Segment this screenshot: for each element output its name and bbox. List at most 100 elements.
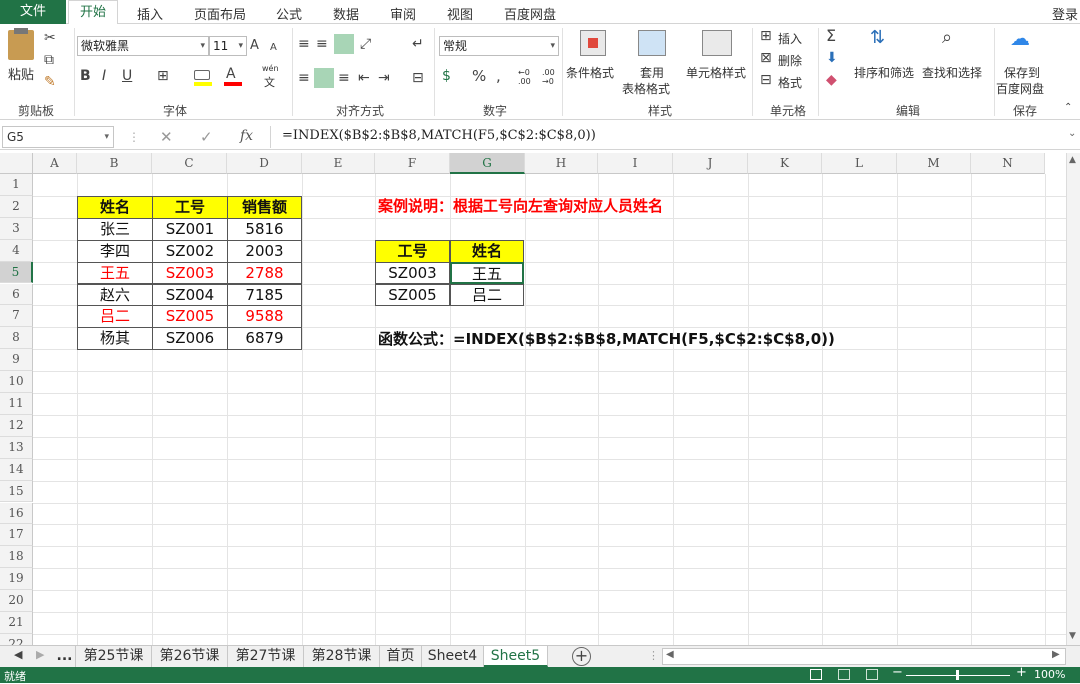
- sheet-tab-28[interactable]: 第28节课: [304, 646, 380, 667]
- sheet-tab-26[interactable]: 第26节课: [152, 646, 228, 667]
- row-header-9[interactable]: 9: [0, 349, 33, 372]
- zoom-out-icon[interactable]: −: [892, 665, 903, 680]
- zoom-level[interactable]: 100%: [1034, 668, 1065, 681]
- row-header-14[interactable]: 14: [0, 458, 33, 481]
- wrap-text-icon[interactable]: ↵: [412, 36, 424, 52]
- page-layout-view-icon[interactable]: [838, 669, 850, 680]
- scroll-up-icon[interactable]: ▲: [1069, 155, 1076, 165]
- cut-icon[interactable]: ✂: [44, 30, 56, 46]
- fill-icon[interactable]: ⬇: [826, 50, 838, 66]
- active-cell[interactable]: 王五: [450, 261, 524, 285]
- number-format-combo[interactable]: 常规 ▾: [439, 36, 559, 56]
- table-cell[interactable]: SZ002: [152, 239, 228, 263]
- row-header-20[interactable]: 20: [0, 590, 33, 612]
- table-cell[interactable]: 5816: [227, 217, 302, 241]
- orientation-icon[interactable]: ⤢: [360, 36, 371, 52]
- column-header-n[interactable]: N: [971, 153, 1045, 174]
- comma-button[interactable]: ,: [496, 68, 501, 84]
- grow-font-button[interactable]: A: [250, 38, 259, 54]
- lookup-cell[interactable]: 吕二: [450, 283, 524, 307]
- row-header-5[interactable]: 5: [0, 261, 33, 284]
- sheet-tab-sheet5[interactable]: Sheet5: [484, 646, 548, 667]
- table-cell[interactable]: SZ006: [152, 327, 228, 351]
- tab-review[interactable]: 审阅: [390, 4, 416, 23]
- row-header-18[interactable]: 18: [0, 546, 33, 569]
- column-header-c[interactable]: C: [152, 153, 227, 174]
- next-sheet-icon[interactable]: ▶: [36, 648, 44, 661]
- row-header-1[interactable]: 1: [0, 174, 33, 196]
- column-header-l[interactable]: L: [822, 153, 897, 174]
- scroll-down-icon[interactable]: ▼: [1069, 631, 1076, 641]
- table-cell[interactable]: 6879: [227, 327, 302, 351]
- sheet-tab-home[interactable]: 首页: [380, 646, 422, 667]
- tab-page-layout[interactable]: 页面布局: [194, 4, 246, 23]
- cancel-icon[interactable]: ✕: [160, 128, 173, 146]
- row-header-19[interactable]: 19: [0, 568, 33, 591]
- conditional-format-button[interactable]: 条件格式: [566, 64, 614, 81]
- row-header-2[interactable]: 2: [0, 195, 33, 218]
- table-header-cell[interactable]: 姓名: [77, 195, 153, 219]
- phonetic-button[interactable]: 文: [264, 74, 275, 90]
- row-header-8[interactable]: 8: [0, 327, 33, 350]
- table-cell[interactable]: SZ005: [152, 305, 228, 329]
- autosum-icon[interactable]: Σ: [826, 28, 836, 44]
- add-sheet-icon[interactable]: +: [572, 647, 591, 666]
- paste-button[interactable]: 粘贴: [8, 64, 34, 83]
- column-header-j[interactable]: J: [673, 153, 748, 174]
- row-header-15[interactable]: 15: [0, 480, 33, 503]
- scroll-right-icon[interactable]: ▶: [1052, 649, 1060, 660]
- decrease-indent-icon[interactable]: ⇤: [358, 70, 370, 86]
- paste-icon[interactable]: [8, 30, 34, 60]
- insert-function-icon[interactable]: fx: [240, 128, 253, 144]
- row-header-10[interactable]: 10: [0, 371, 33, 393]
- table-cell[interactable]: 张三: [77, 217, 153, 241]
- row-header-12[interactable]: 12: [0, 414, 33, 437]
- tab-formulas[interactable]: 公式: [276, 4, 302, 23]
- column-header-d[interactable]: D: [227, 153, 302, 174]
- vertical-scrollbar[interactable]: [1066, 153, 1080, 645]
- row-header-13[interactable]: 13: [0, 436, 33, 459]
- font-name-combo[interactable]: 微软雅黑 ▾: [77, 36, 209, 56]
- align-center-icon[interactable]: [314, 68, 334, 88]
- lookup-cell[interactable]: SZ003: [375, 261, 450, 285]
- format-painter-icon[interactable]: ✎: [44, 74, 56, 90]
- column-header-i[interactable]: I: [598, 153, 673, 174]
- save-to-baidu-line1[interactable]: 保存到: [1004, 64, 1040, 81]
- find-select-button[interactable]: 查找和选择: [922, 64, 982, 81]
- tab-baidu-netdisk[interactable]: 百度网盘: [504, 4, 556, 23]
- enter-icon[interactable]: ✓: [200, 128, 213, 146]
- clear-icon[interactable]: ◆: [826, 72, 837, 88]
- zoom-slider-thumb[interactable]: [956, 670, 959, 680]
- copy-icon[interactable]: ⧉: [44, 52, 54, 68]
- table-format-label-2[interactable]: 表格格式: [622, 80, 670, 97]
- scroll-left-icon[interactable]: ◀: [666, 649, 674, 660]
- row-header-17[interactable]: 17: [0, 524, 33, 547]
- table-cell[interactable]: SZ003: [152, 261, 228, 285]
- column-header-k[interactable]: K: [748, 153, 822, 174]
- increase-decimal-button[interactable]: ←0 .00: [518, 68, 540, 86]
- row-header-16[interactable]: 16: [0, 502, 33, 525]
- worksheet-grid[interactable]: ABCDEFGHIJKLMN 1 2 3 4 5 6 7 8 9 10 11 12 13 14 15 16 17…: [0, 153, 1080, 645]
- table-header-cell[interactable]: 销售额: [227, 195, 302, 219]
- lookup-header-cell[interactable]: 工号: [375, 239, 450, 263]
- collapse-ribbon-icon[interactable]: ⌃: [1064, 100, 1072, 116]
- row-header-11[interactable]: 11: [0, 393, 33, 415]
- align-right-icon[interactable]: ≡: [338, 70, 350, 86]
- login-link[interactable]: 登录: [1052, 4, 1080, 23]
- column-header-f[interactable]: F: [375, 153, 450, 174]
- fill-color-icon[interactable]: [194, 70, 210, 80]
- sheet-tab-sheet4[interactable]: Sheet4: [422, 646, 484, 667]
- font-size-combo[interactable]: 11 ▾: [209, 36, 247, 56]
- column-header-h[interactable]: H: [525, 153, 598, 174]
- delete-cells-button[interactable]: 删除: [778, 52, 802, 69]
- align-middle-icon[interactable]: ≡: [316, 36, 328, 52]
- file-menu[interactable]: 文件: [0, 0, 66, 24]
- horizontal-scrollbar[interactable]: [662, 648, 1066, 665]
- lookup-cell[interactable]: SZ005: [375, 283, 450, 307]
- table-format-label-1[interactable]: 套用: [640, 64, 664, 81]
- column-header-e[interactable]: E: [302, 153, 375, 174]
- select-all-corner[interactable]: [0, 153, 33, 174]
- save-to-baidu-line2[interactable]: 百度网盘: [996, 80, 1044, 97]
- underline-button[interactable]: U: [122, 68, 132, 84]
- cell-styles-button[interactable]: 单元格样式: [686, 64, 746, 81]
